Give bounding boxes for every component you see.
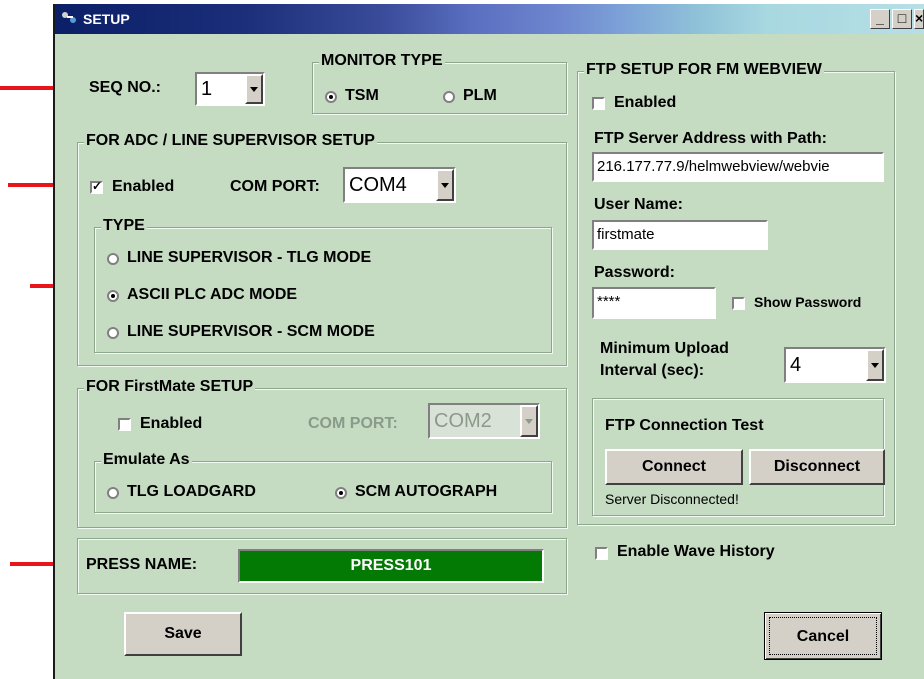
cancel-button[interactable]: Cancel — [764, 612, 882, 660]
adc-enabled-checkbox[interactable] — [90, 179, 103, 194]
radio-plm[interactable] — [443, 91, 455, 103]
ftp-server-label: FTP Server Address with Path: — [594, 130, 827, 147]
adc-com-port-label: COM PORT: — [230, 178, 320, 195]
press-name-value: PRESS101 — [350, 557, 432, 574]
type-group: TYPE LINE SUPERVISOR - TLG MODE ASCII PL… — [94, 217, 552, 353]
firstmate-com-port-label: COM PORT: — [308, 415, 398, 432]
chevron-down-icon[interactable] — [436, 169, 454, 201]
ftp-caption: FTP SETUP FOR FM WEBVIEW — [584, 61, 824, 79]
emulate-group: Emulate As TLG LOADGARD SCM AUTOGRAPH — [94, 451, 552, 513]
ftp-test-caption: FTP Connection Test — [605, 417, 764, 434]
ftp-server-input[interactable]: 216.177.77.9/helmwebview/webvie — [592, 152, 884, 182]
adc-caption: FOR ADC / LINE SUPERVISOR SETUP — [84, 132, 377, 150]
monitor-type-caption: MONITOR TYPE — [319, 52, 445, 70]
radio-line-supervisor-tlg[interactable] — [107, 253, 119, 265]
line-supervisor-tlg-label: LINE SUPERVISOR - TLG MODE — [127, 249, 372, 266]
radio-scm-autograph[interactable] — [335, 487, 347, 499]
window-title: SETUP — [83, 11, 130, 27]
type-caption: TYPE — [101, 217, 147, 235]
firstmate-caption: FOR FirstMate SETUP — [84, 378, 256, 396]
emulate-caption: Emulate As — [101, 451, 192, 469]
password-label: Password: — [594, 264, 675, 281]
radio-ascii-plc-adc[interactable] — [107, 290, 119, 302]
ftp-setup-group: FTP SETUP FOR FM WEBVIEW Enabled FTP Ser… — [577, 61, 895, 525]
show-password-label: Show Password — [754, 294, 862, 310]
radio-tlg-loadgard[interactable] — [107, 487, 119, 499]
interval-select[interactable]: 4 — [784, 347, 886, 383]
wave-history-label: Enable Wave History — [617, 543, 775, 560]
radio-line-supervisor-scm[interactable] — [107, 327, 119, 339]
line-supervisor-scm-label: LINE SUPERVISOR - SCM MODE — [127, 323, 375, 340]
user-name-input[interactable]: firstmate — [592, 220, 768, 250]
user-name-label: User Name: — [594, 196, 683, 213]
firstmate-enabled-label: Enabled — [140, 415, 203, 432]
maximize-button[interactable]: □ — [892, 9, 912, 29]
ftp-enabled-label: Enabled — [614, 94, 677, 111]
adc-com-port-value: COM4 — [349, 174, 407, 196]
connection-status: Server Disconnected! — [605, 491, 739, 507]
title-bar: SETUP _ □ × — [55, 4, 924, 34]
close-button[interactable]: × — [914, 9, 924, 29]
firstmate-setup-group: FOR FirstMate SETUP Enabled COM PORT: CO… — [77, 378, 567, 528]
scm-autograph-label: SCM AUTOGRAPH — [355, 483, 498, 500]
radio-tsm[interactable] — [325, 91, 337, 103]
tsm-label: TSM — [345, 87, 379, 104]
plm-label: PLM — [463, 87, 497, 104]
ftp-test-group: FTP Connection Test Connect Disconnect S… — [592, 398, 885, 516]
app-icon — [62, 12, 76, 23]
interval-value: 4 — [790, 354, 802, 376]
ascii-plc-adc-label: ASCII PLC ADC MODE — [127, 286, 298, 303]
firstmate-enabled-checkbox[interactable] — [118, 418, 131, 431]
press-name-label: PRESS NAME: — [86, 556, 198, 573]
seq-value: 1 — [201, 78, 213, 100]
monitor-type-group: MONITOR TYPE TSM PLM — [312, 52, 567, 114]
minimize-button[interactable]: _ — [870, 9, 890, 29]
interval-label-line1: Minimum Upload — [600, 340, 729, 357]
adc-setup-group: FOR ADC / LINE SUPERVISOR SETUP Enabled … — [77, 132, 567, 366]
adc-com-port-select[interactable]: COM4 — [343, 167, 456, 203]
press-name-display: PRESS101 — [238, 549, 544, 583]
chevron-down-icon[interactable] — [520, 405, 538, 437]
adc-enabled-label: Enabled — [112, 178, 175, 195]
seq-label: SEQ NO.: — [89, 79, 162, 96]
disconnect-button[interactable]: Disconnect — [749, 449, 885, 485]
tlg-loadgard-label: TLG LOADGARD — [127, 483, 256, 500]
ftp-enabled-checkbox[interactable] — [592, 97, 605, 110]
password-input[interactable]: **** — [592, 287, 716, 319]
press-name-group: PRESS NAME: PRESS101 — [77, 538, 567, 594]
chevron-down-icon[interactable] — [866, 349, 884, 381]
interval-label-line2: Interval (sec): — [600, 362, 705, 379]
seq-select[interactable]: 1 — [195, 72, 265, 106]
connect-button[interactable]: Connect — [605, 449, 743, 485]
firstmate-com-port-select[interactable]: COM2 — [428, 403, 540, 439]
cancel-label: Cancel — [796, 628, 850, 645]
wave-history-checkbox[interactable] — [595, 547, 608, 560]
firstmate-com-port-value: COM2 — [434, 410, 492, 432]
show-password-checkbox[interactable] — [732, 297, 745, 310]
chevron-down-icon[interactable] — [245, 74, 263, 104]
setup-dialog: SETUP _ □ × SEQ NO.: 1 MONITOR TYPE TSM … — [53, 4, 924, 679]
save-button[interactable]: Save — [124, 612, 242, 656]
